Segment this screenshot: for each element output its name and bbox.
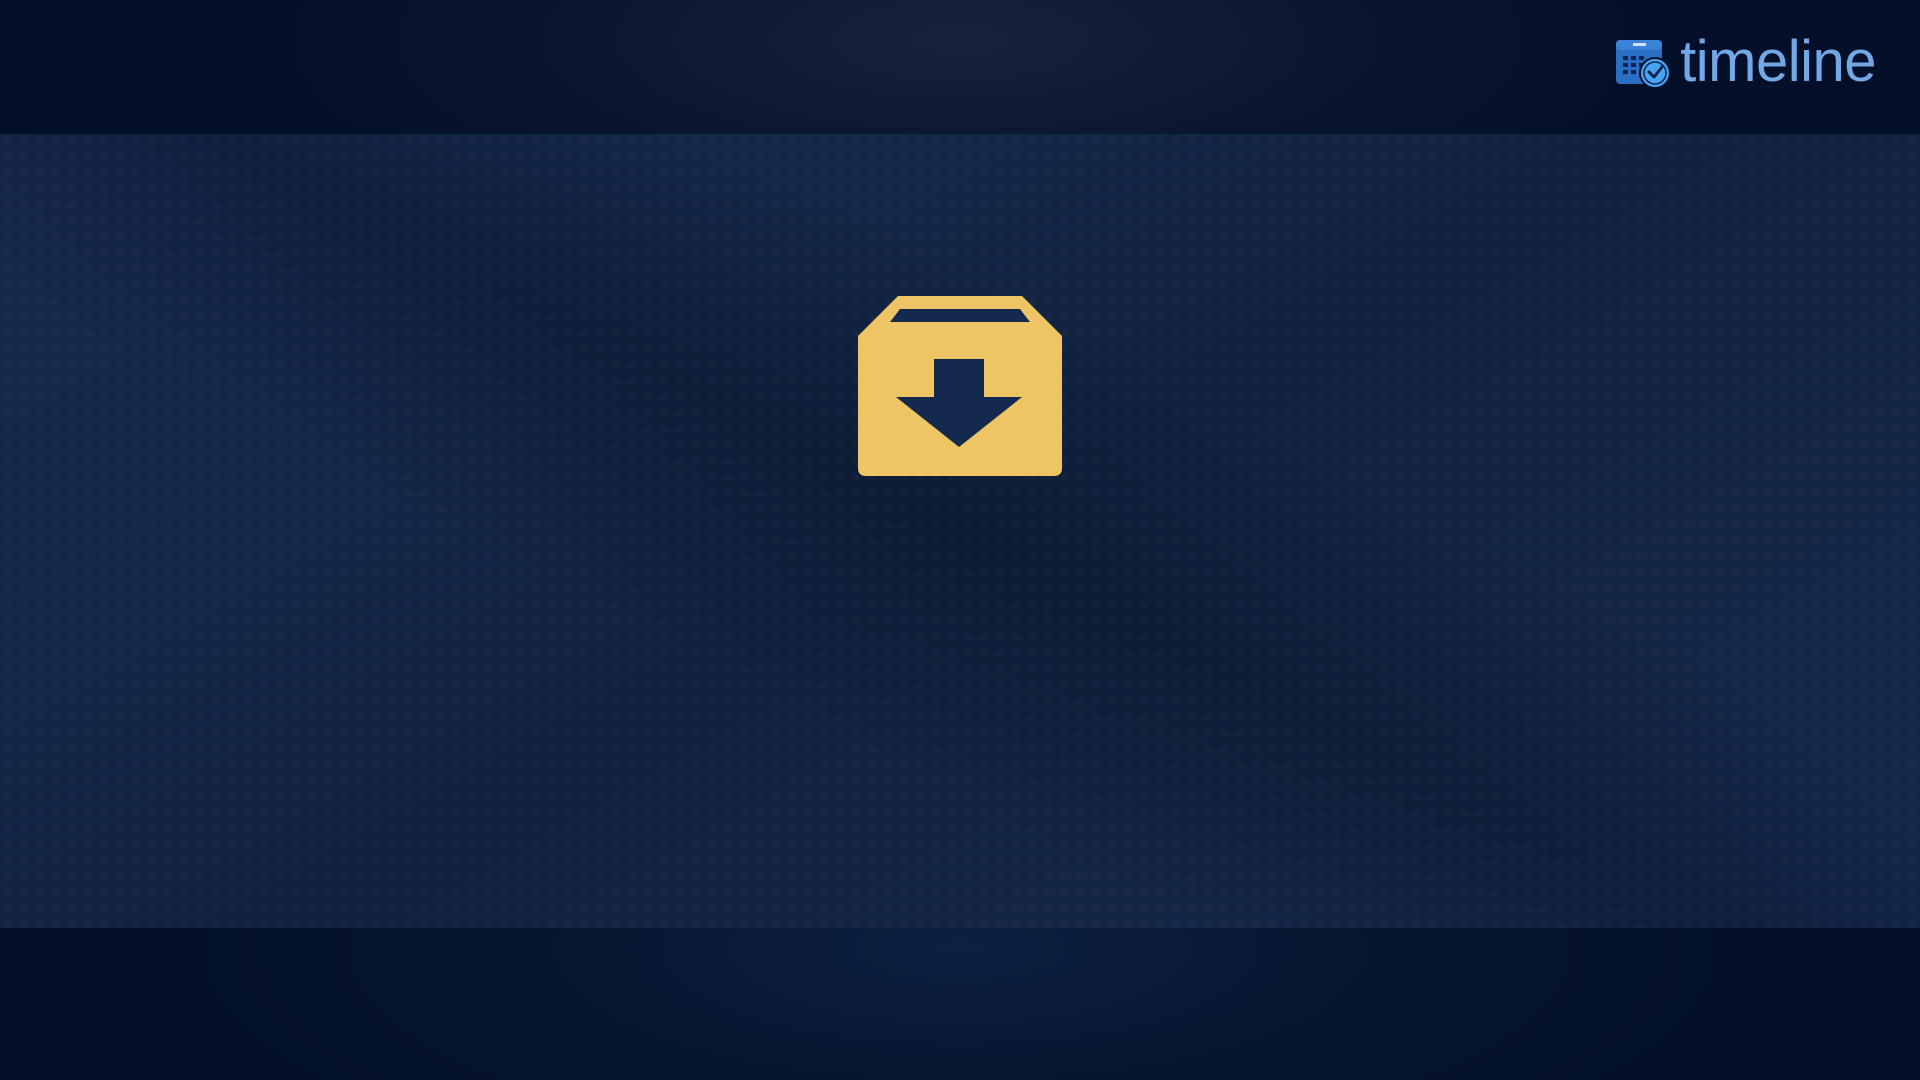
archive-download-icon <box>858 296 1062 476</box>
screen: timeline <box>0 0 1920 1080</box>
brand-name: timeline <box>1680 29 1876 94</box>
top-bar: timeline <box>0 0 1920 134</box>
bottom-bar <box>0 928 1920 1080</box>
brand-logo: timeline <box>1614 30 1876 94</box>
calendar-clock-icon <box>1614 34 1672 90</box>
main-panel <box>0 134 1920 928</box>
